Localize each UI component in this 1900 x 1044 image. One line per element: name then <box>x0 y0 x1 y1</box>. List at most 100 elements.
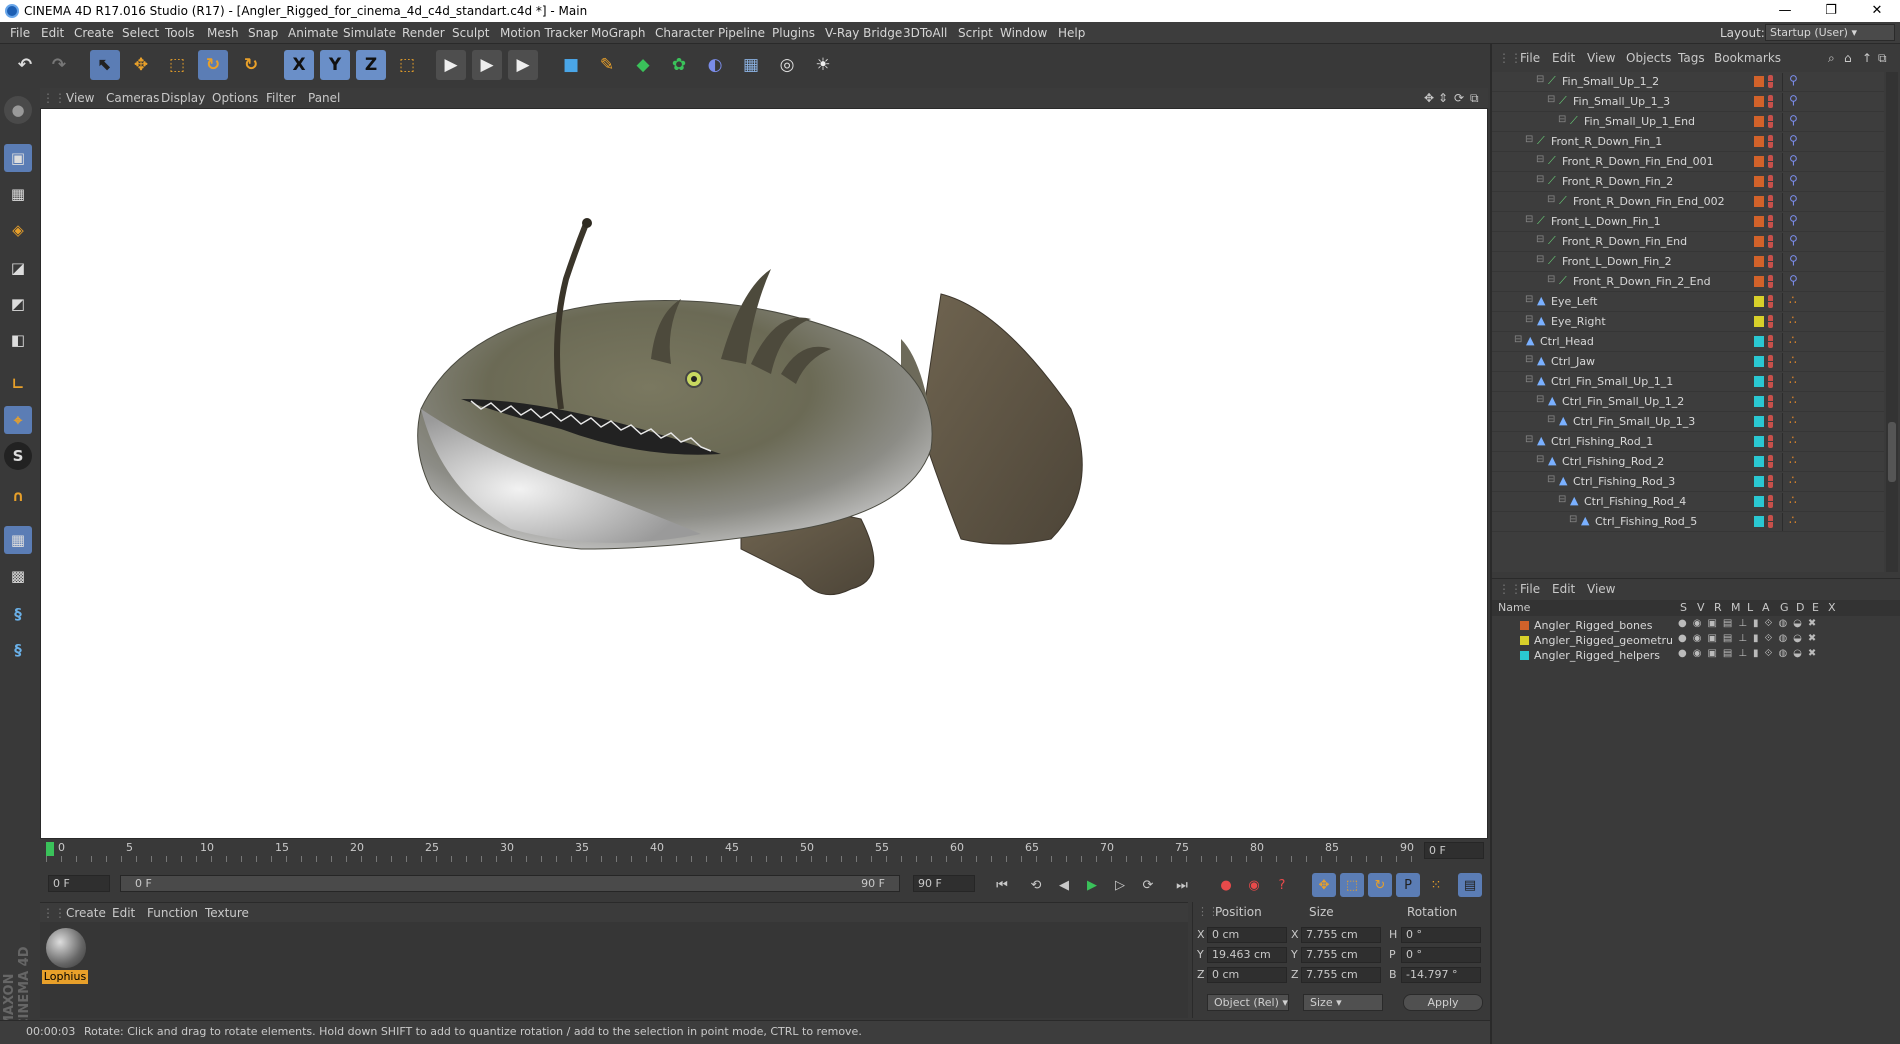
recent-tool-button[interactable]: ↻ <box>236 50 266 80</box>
constraint-tag-icon[interactable]: ∴ <box>1789 393 1797 407</box>
layer-color-swatch[interactable] <box>1754 416 1764 427</box>
menu-3dtoall[interactable]: 3DToAll <box>903 26 947 40</box>
expand-toggle-icon[interactable]: ⊟ <box>1547 94 1555 105</box>
size-x-field[interactable]: 7.755 cm <box>1301 927 1381 943</box>
lm-menu-view[interactable]: View <box>1587 582 1615 596</box>
deformer-button[interactable]: ◐ <box>700 50 730 80</box>
layer-flags-icon[interactable]: ●◉▣▤⊥▮⟐◍◒✖ <box>1678 633 1822 644</box>
model-mode-icon[interactable]: ▣ <box>4 144 32 172</box>
object-row[interactable]: ⊟ ⟋ Front_R_Down_Fin_End_002 ⚲ <box>1492 192 1884 212</box>
search-icon[interactable]: ⌕ <box>1828 51 1835 66</box>
ik-tag-icon[interactable]: ⚲ <box>1789 93 1798 107</box>
constraint-tag-icon[interactable]: ∴ <box>1789 333 1797 347</box>
layer-color-swatch[interactable] <box>1754 496 1764 507</box>
viewport-menu-cameras[interactable]: Cameras <box>106 91 159 105</box>
pan-view-icon[interactable]: ✥ <box>1424 91 1434 105</box>
layer-color-swatch[interactable] <box>1754 256 1764 267</box>
key-scale-icon[interactable]: ⬚ <box>1340 873 1364 897</box>
keyframe-selection-icon[interactable]: ? <box>1270 873 1294 897</box>
axis-mode-icon[interactable]: ∟ <box>4 370 32 398</box>
object-row[interactable]: ⊟ ⟋ Front_R_Down_Fin_2 ⚲ <box>1492 172 1884 192</box>
layer-color-swatch[interactable] <box>1754 296 1764 307</box>
object-row[interactable]: ⊟ ▲ Ctrl_Fin_Small_Up_1_2 ∴ <box>1492 392 1884 412</box>
apply-button[interactable]: Apply <box>1403 994 1483 1011</box>
layer-color-swatch[interactable] <box>1754 236 1764 247</box>
object-row[interactable]: ⊟ ⟋ Front_L_Down_Fin_1 ⚲ <box>1492 212 1884 232</box>
scale-tool-button[interactable]: ⬚ <box>162 50 192 80</box>
position-z-field[interactable]: 0 cm <box>1207 967 1287 983</box>
position-x-field[interactable]: 0 cm <box>1207 927 1287 943</box>
expand-toggle-icon[interactable]: ⊟ <box>1536 454 1544 465</box>
tag-area[interactable]: ∴ <box>1782 293 1862 311</box>
lm-menu-edit[interactable]: Edit <box>1552 582 1575 596</box>
workplane-icon[interactable]: ◈ <box>4 216 32 244</box>
tag-area[interactable]: ⚲ <box>1782 193 1862 211</box>
om-menu-edit[interactable]: Edit <box>1552 51 1575 65</box>
next-key-icon[interactable]: ⟳ <box>1136 873 1160 897</box>
om-menu-file[interactable]: File <box>1520 51 1540 65</box>
tag-area[interactable]: ∴ <box>1782 453 1862 471</box>
menu-select[interactable]: Select <box>122 26 159 40</box>
layer-color-swatch[interactable] <box>1754 516 1764 527</box>
menu-vray-bridge[interactable]: V-Ray Bridge <box>825 26 902 40</box>
tag-area[interactable]: ⚲ <box>1782 133 1862 151</box>
tag-area[interactable]: ∴ <box>1782 433 1862 451</box>
tag-area[interactable]: ⚲ <box>1782 213 1862 231</box>
tag-area[interactable]: ∴ <box>1782 493 1862 511</box>
om-menu-objects[interactable]: Objects <box>1626 51 1671 65</box>
constraint-tag-icon[interactable]: ∴ <box>1789 373 1797 387</box>
tag-area[interactable]: ⚲ <box>1782 253 1862 271</box>
object-row[interactable]: ⊟ ⟋ Front_R_Down_Fin_End_001 ⚲ <box>1492 152 1884 172</box>
start-frame-field[interactable]: 0 F <box>48 875 110 892</box>
expand-toggle-icon[interactable]: ⊟ <box>1525 214 1533 225</box>
visibility-dots-icon[interactable] <box>1768 215 1773 228</box>
timeline-window-icon[interactable]: ▤ <box>1458 873 1482 897</box>
cloner-button[interactable]: ✿ <box>664 50 694 80</box>
expand-toggle-icon[interactable]: ⊟ <box>1547 474 1555 485</box>
object-row[interactable]: ⊟ ▲ Ctrl_Fishing_Rod_5 ∴ <box>1492 512 1884 532</box>
z-axis-button[interactable]: Z <box>356 50 386 80</box>
object-row[interactable]: ⊟ ⟋ Front_L_Down_Fin_2 ⚲ <box>1492 252 1884 272</box>
layer-color-swatch[interactable] <box>1520 621 1529 630</box>
size-z-field[interactable]: 7.755 cm <box>1301 967 1381 983</box>
layer-color-swatch[interactable] <box>1754 396 1764 407</box>
object-row[interactable]: ⊟ ⟋ Front_R_Down_Fin_End ⚲ <box>1492 232 1884 252</box>
tag-area[interactable]: ⚲ <box>1782 73 1862 91</box>
points-mode-icon[interactable]: ◪ <box>4 254 32 282</box>
menu-render[interactable]: Render <box>402 26 445 40</box>
rotate-tool-button[interactable]: ↻ <box>198 50 228 80</box>
om-menu-view[interactable]: View <box>1587 51 1615 65</box>
layer-color-swatch[interactable] <box>1754 176 1764 187</box>
layer-color-swatch[interactable] <box>1754 436 1764 447</box>
record-keys-icon[interactable]: ● <box>1214 873 1238 897</box>
tag-area[interactable]: ⚲ <box>1782 153 1862 171</box>
select-tool-button[interactable]: ⬉ <box>90 50 120 80</box>
expand-toggle-icon[interactable]: ⊟ <box>1514 334 1522 345</box>
menu-snap[interactable]: Snap <box>248 26 278 40</box>
layer-color-swatch[interactable] <box>1754 456 1764 467</box>
cube-object-button[interactable]: ■ <box>556 50 586 80</box>
tag-area[interactable]: ∴ <box>1782 413 1862 431</box>
new-window-icon[interactable]: ⧉ <box>1878 51 1887 66</box>
expand-toggle-icon[interactable]: ⊟ <box>1525 354 1533 365</box>
visibility-dots-icon[interactable] <box>1768 75 1773 88</box>
tag-area[interactable]: ∴ <box>1782 393 1862 411</box>
visibility-dots-icon[interactable] <box>1768 115 1773 128</box>
menu-sculpt[interactable]: Sculpt <box>452 26 489 40</box>
viewport-menu-panel[interactable]: Panel <box>308 91 340 105</box>
scrollbar-thumb[interactable] <box>1888 422 1896 482</box>
render-picture-viewer-button[interactable]: ▶ <box>472 50 502 80</box>
visibility-dots-icon[interactable] <box>1768 295 1773 308</box>
constraint-tag-icon[interactable]: ∴ <box>1789 293 1797 307</box>
size-mode-dropdown[interactable]: Size ▾ <box>1303 994 1383 1011</box>
previous-key-icon[interactable]: ⟲ <box>1024 873 1048 897</box>
visibility-dots-icon[interactable] <box>1768 315 1773 328</box>
locked-workplane-icon[interactable]: ▩ <box>4 562 32 590</box>
layer-color-swatch[interactable] <box>1754 276 1764 287</box>
pen-spline-button[interactable]: ✎ <box>592 50 622 80</box>
layer-color-swatch[interactable] <box>1754 476 1764 487</box>
coordinate-mode-dropdown[interactable]: Object (Rel) ▾ <box>1207 994 1289 1011</box>
viewport-menu-filter[interactable]: Filter <box>266 91 296 105</box>
object-row[interactable]: ⊟ ▲ Ctrl_Fishing_Rod_1 ∴ <box>1492 432 1884 452</box>
camera-button[interactable]: ◎ <box>772 50 802 80</box>
